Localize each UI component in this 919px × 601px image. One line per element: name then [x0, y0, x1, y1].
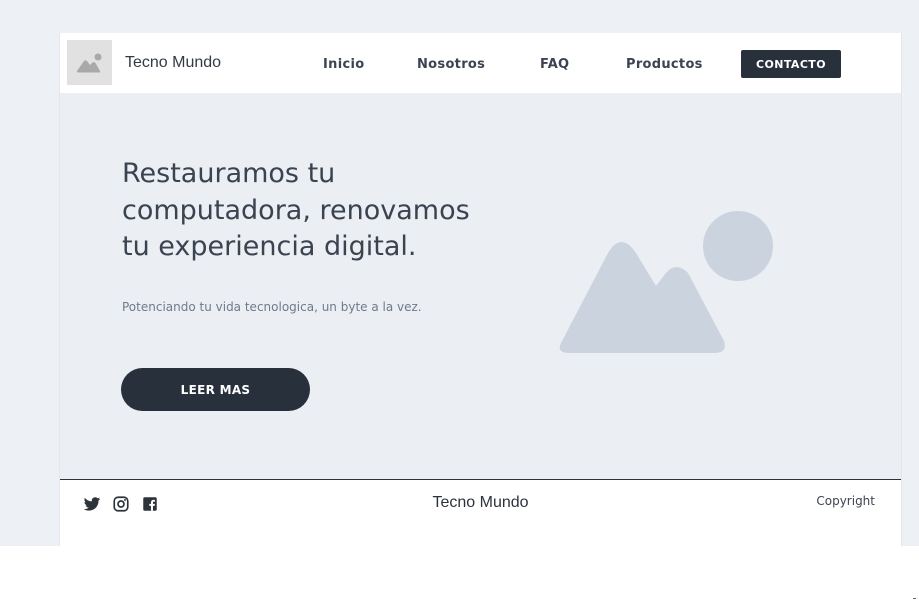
contact-button[interactable]: CONTACTO	[741, 50, 841, 78]
read-more-button[interactable]: LEER MAS	[121, 368, 310, 411]
image-placeholder-icon	[76, 53, 101, 72]
site-header: Tecno Mundo Inicio Nosotros FAQ Producto…	[60, 33, 901, 93]
hero-section: Restauramos tu computadora, renovamos tu…	[60, 93, 901, 479]
site-footer: Tecno Mundo Copyright	[60, 479, 901, 547]
brand-name[interactable]: Tecno Mundo	[125, 54, 221, 72]
site-frame: Tecno Mundo Inicio Nosotros FAQ Producto…	[59, 33, 902, 547]
hero-title: Restauramos tu computadora, renovamos tu…	[122, 158, 470, 262]
divider	[913, 598, 916, 599]
nav-link-nosotros[interactable]: Nosotros	[417, 57, 485, 72]
nav-link-productos[interactable]: Productos	[626, 57, 703, 72]
copyright-text: Copyright	[816, 494, 875, 508]
image-placeholder-icon	[559, 211, 773, 353]
nav-link-faq[interactable]: FAQ	[540, 57, 569, 72]
hero-subtitle: Potenciando tu vida tecnologica, un byte…	[122, 300, 422, 314]
nav-link-inicio[interactable]: Inicio	[323, 57, 364, 72]
footer-brand: Tecno Mundo	[432, 494, 529, 511]
logo[interactable]	[67, 40, 112, 85]
